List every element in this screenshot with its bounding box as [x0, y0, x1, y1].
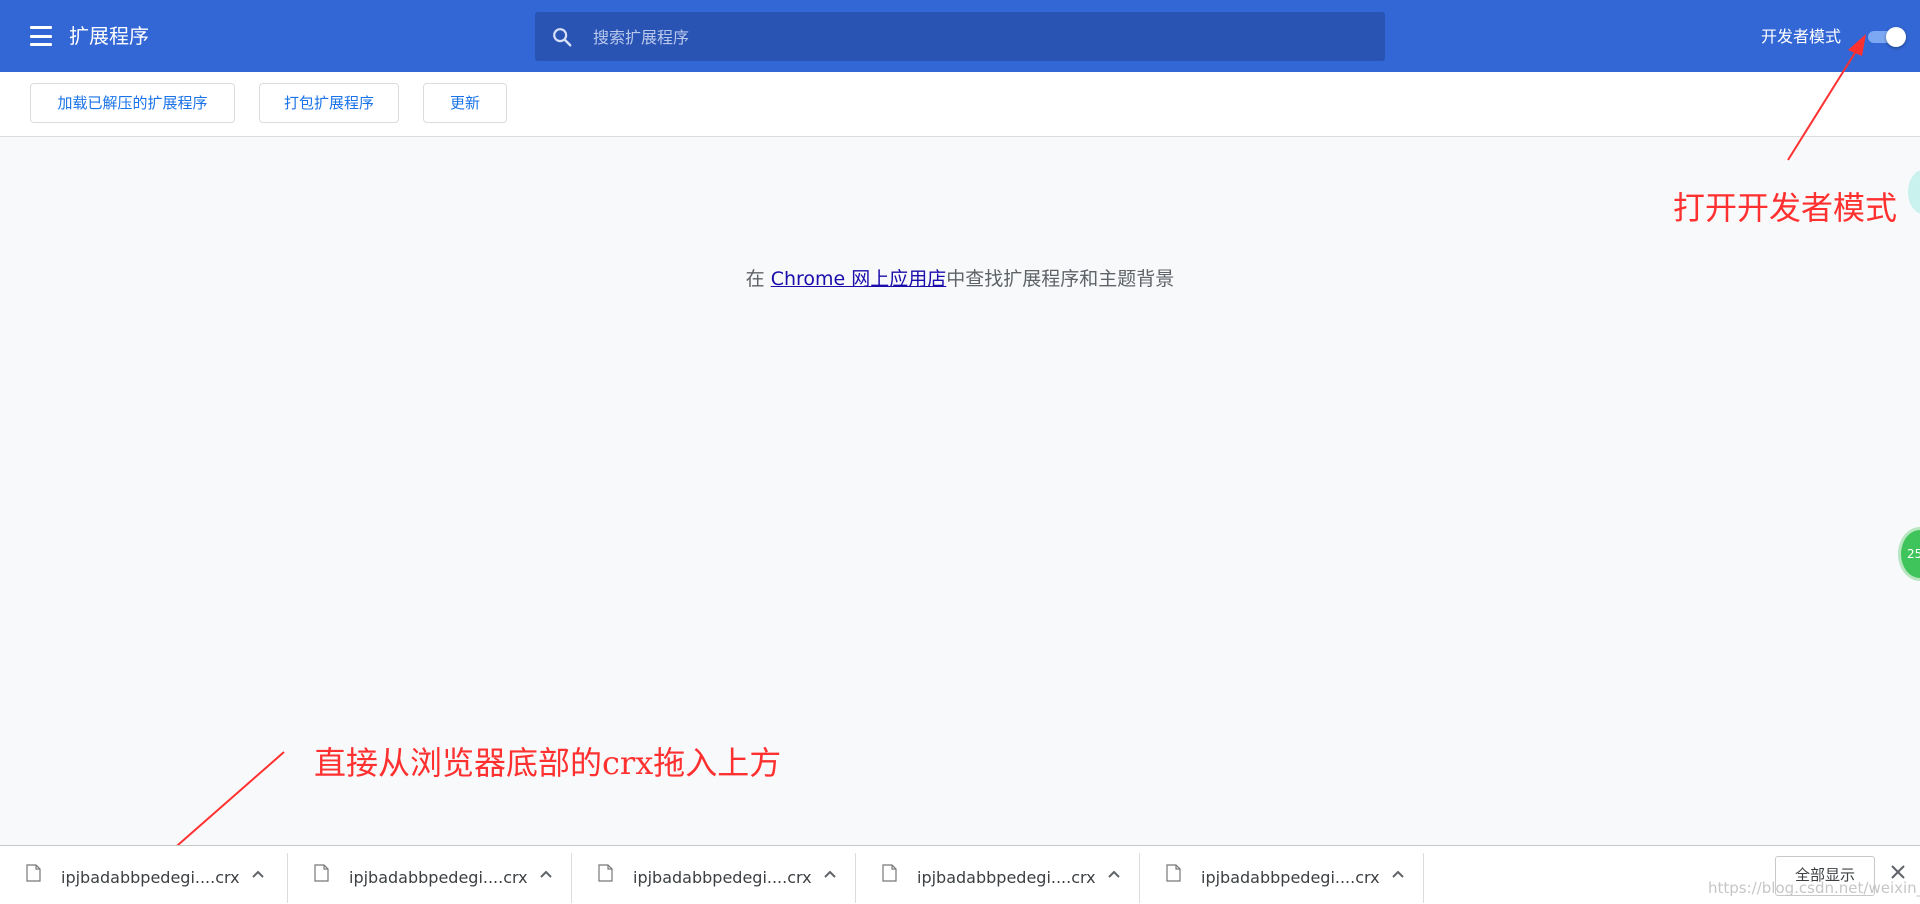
dev-mode-toggle[interactable]	[1868, 27, 1906, 47]
annotation-drag-crx: 直接从浏览器底部的crx拖入上方	[314, 744, 782, 782]
chevron-up-icon[interactable]	[1391, 869, 1405, 879]
file-icon	[314, 864, 329, 882]
chevron-up-icon[interactable]	[251, 869, 265, 879]
store-link-text: Chrome 网上应用店	[770, 268, 947, 290]
download-filename: ipjbadabbpedegi....crx	[349, 868, 528, 887]
floating-assistant-bubble[interactable]	[1908, 170, 1920, 214]
download-filename: ipjbadabbpedegi....crx	[1201, 868, 1380, 887]
download-filename: ipjbadabbpedegi....crx	[633, 868, 812, 887]
chrome-web-store-link[interactable]: Chrome 网上应用店	[771, 268, 947, 290]
empty-prefix: 在	[745, 268, 771, 290]
chevron-up-icon[interactable]	[823, 869, 837, 879]
annotation-dev-mode: 打开开发者模式	[1673, 189, 1898, 227]
file-icon	[1166, 864, 1181, 882]
watermark: https://blog.csdn.net/weixin_...	[1708, 879, 1920, 897]
download-item[interactable]: ipjbadabbpedegi....crx	[1140, 853, 1424, 903]
empty-state-message: 在 Chrome 网上应用店中查找扩展程序和主题背景	[0, 266, 1920, 292]
search-input[interactable]	[593, 22, 1363, 52]
file-icon	[882, 864, 897, 882]
toggle-thumb	[1886, 27, 1906, 47]
empty-suffix: 中查找扩展程序和主题背景	[946, 268, 1175, 290]
pack-extension-button[interactable]: 打包扩展程序	[259, 83, 399, 123]
top-header: 扩展程序 开发者模式	[0, 0, 1920, 72]
search-box[interactable]	[535, 12, 1385, 61]
chevron-up-icon[interactable]	[539, 869, 553, 879]
search-icon	[553, 28, 572, 47]
downloads-bar: ipjbadabbpedegi....crx ipjbadabbpedegi..…	[0, 845, 1920, 904]
page-title: 扩展程序	[69, 24, 149, 48]
chevron-up-icon[interactable]	[1107, 869, 1121, 879]
dev-toolbar: 加载已解压的扩展程序 打包扩展程序 更新	[0, 72, 1920, 137]
file-icon	[598, 864, 613, 882]
download-item[interactable]: ipjbadabbpedegi....crx	[572, 853, 856, 903]
download-item[interactable]: ipjbadabbpedegi....crx	[0, 853, 288, 903]
floating-speed-badge[interactable]: 25	[1898, 527, 1920, 581]
hamburger-menu-icon[interactable]	[30, 26, 54, 46]
download-filename: ipjbadabbpedegi....crx	[61, 868, 240, 887]
file-icon	[26, 864, 41, 882]
download-filename: ipjbadabbpedegi....crx	[917, 868, 1096, 887]
download-item[interactable]: ipjbadabbpedegi....crx	[288, 853, 572, 903]
dev-mode-label: 开发者模式	[1761, 27, 1842, 46]
download-item[interactable]: ipjbadabbpedegi....crx	[856, 853, 1140, 903]
load-unpacked-button[interactable]: 加载已解压的扩展程序	[30, 83, 235, 123]
update-button[interactable]: 更新	[423, 83, 507, 123]
